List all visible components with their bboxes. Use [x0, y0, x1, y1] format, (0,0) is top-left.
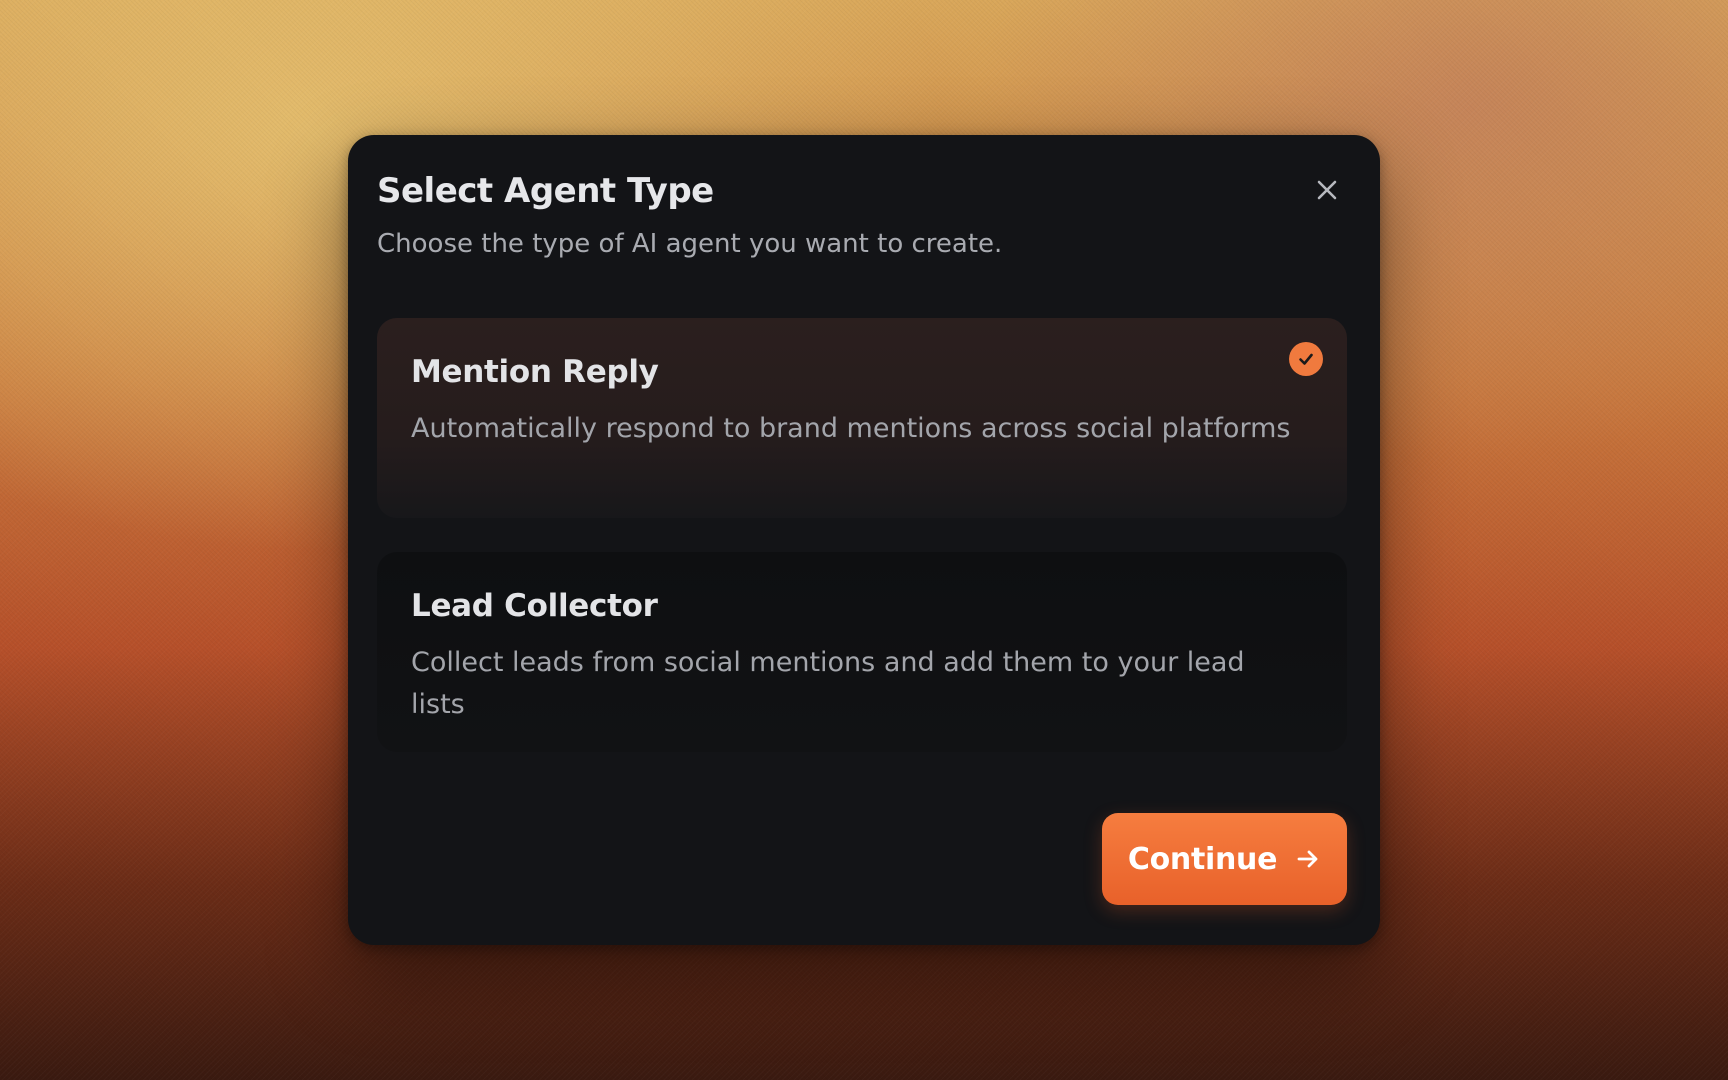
- dialog-subtitle: Choose the type of AI agent you want to …: [377, 229, 1003, 259]
- option-description: Collect leads from social mentions and a…: [411, 647, 1245, 720]
- option-card-lead-collector[interactable]: Lead Collector Collect leads from social…: [377, 552, 1347, 752]
- close-icon: [1317, 180, 1337, 200]
- continue-label: Continue: [1127, 841, 1278, 877]
- selected-check-icon: [1289, 342, 1323, 376]
- option-title: Mention Reply: [411, 354, 659, 390]
- select-agent-type-dialog: Select Agent Type Choose the type of AI …: [348, 135, 1380, 945]
- arrow-right-icon: [1297, 850, 1318, 868]
- continue-button[interactable]: Continue: [1102, 813, 1347, 905]
- option-card-mention-reply[interactable]: Mention Reply Automatically respond to b…: [377, 318, 1347, 518]
- close-button[interactable]: [1310, 173, 1344, 207]
- option-title: Lead Collector: [411, 588, 658, 624]
- option-description: Automatically respond to brand mentions …: [411, 413, 1291, 444]
- dialog-title: Select Agent Type: [377, 171, 714, 211]
